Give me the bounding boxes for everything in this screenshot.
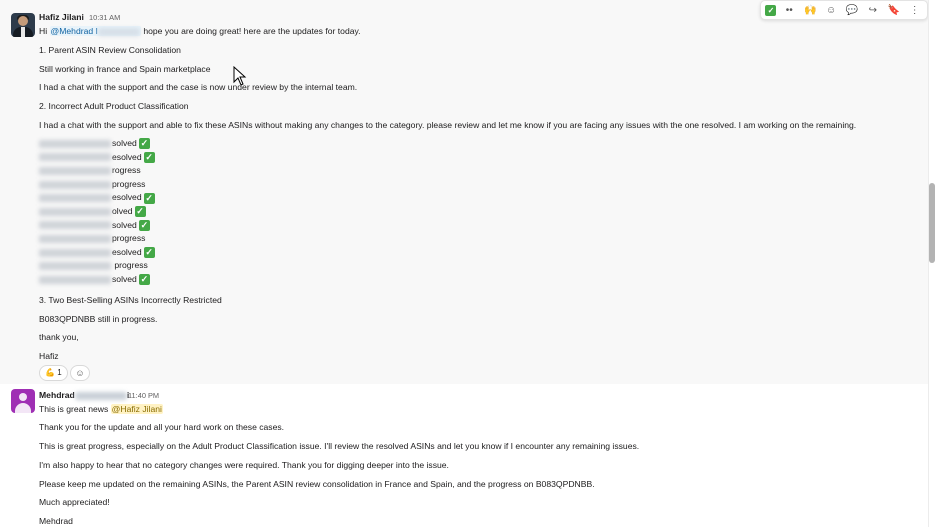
timestamp[interactable]: 11:40 PM — [128, 391, 159, 400]
check-mark-reaction-icon[interactable]: ✓ — [765, 4, 777, 16]
check-mark-icon: ✓ — [143, 247, 155, 259]
author-name[interactable]: Hafiz Jilani — [39, 12, 84, 22]
asin-status-row: solved ✓ — [39, 138, 150, 150]
signature: Hafiz — [39, 351, 59, 361]
scrollbar-track[interactable] — [928, 0, 938, 527]
asin-status-text: esolved — [112, 192, 142, 203]
add-emoji-icon: ☺ — [75, 368, 85, 378]
text-line: B083QPDNBB still in progress. — [39, 314, 158, 324]
asin-status-row: progress — [39, 260, 148, 270]
redacted-asin — [39, 275, 111, 284]
redacted-asin — [39, 166, 111, 175]
asin-status-row: solved ✓ — [39, 274, 150, 286]
redacted-asin — [39, 234, 111, 243]
avatar-mehdrad[interactable] — [11, 389, 35, 413]
more-actions-icon[interactable]: ⋮ — [907, 2, 923, 18]
reaction-count: 1 — [57, 368, 62, 377]
mention-mehdrad[interactable]: @Mehdrad I — [49, 26, 141, 36]
asin-status-row: esolved ✓ — [39, 192, 155, 204]
redacted-asin — [39, 180, 111, 189]
reply-in-thread-icon[interactable]: 💬 — [844, 2, 860, 18]
asin-status-text: esolved — [112, 246, 142, 257]
asin-status-text: progress — [112, 178, 146, 189]
heading-3: 3. Two Best-Selling ASINs Incorrectly Re… — [39, 295, 222, 305]
forward-icon[interactable]: ↪ — [865, 2, 881, 18]
asin-status-text: solved — [112, 219, 137, 230]
asin-status-text: progress — [112, 260, 148, 271]
text-line: I had a chat with the support and able t… — [39, 120, 857, 130]
asin-status-text: rogress — [112, 165, 141, 176]
text-line: thank you, — [39, 332, 79, 342]
text-line: I'm also happy to hear that no category … — [39, 460, 449, 470]
asin-status-row: rogress — [39, 165, 141, 175]
asin-status-row: progress — [39, 179, 145, 189]
text-line: Please keep me updated on the remaining … — [39, 479, 595, 489]
redacted-asin — [39, 207, 111, 216]
greeting-line: Hi @Mehdrad I hope you are doing great! … — [39, 26, 361, 36]
text-line: Still working in france and Spain market… — [39, 64, 211, 74]
message-actions-toolbar: ✓ •• 🙌 ☺ 💬 ↪ 🔖 ⋮ — [760, 0, 928, 20]
timestamp[interactable]: 10:31 AM — [89, 13, 120, 22]
asin-status-text: progress — [112, 233, 146, 244]
redacted-asin — [39, 139, 111, 148]
add-reaction-icon[interactable]: ☺ — [823, 2, 839, 18]
mention-hafiz[interactable]: @Hafiz Jilani — [110, 404, 163, 414]
asin-status-row: solved ✓ — [39, 220, 150, 231]
check-mark-icon: ✓ — [138, 138, 150, 150]
redacted-asin — [39, 262, 111, 271]
heading-1: 1. Parent ASIN Review Consolidation — [39, 45, 181, 55]
asin-status-text: solved — [112, 274, 137, 284]
asin-status-row: esolved ✓ — [39, 152, 155, 163]
asin-status-row: olved ✓ — [39, 206, 146, 218]
text-line: Much appreciated! — [39, 497, 110, 507]
check-mark-icon: ✓ — [143, 192, 155, 204]
scrollbar-thumb[interactable] — [929, 183, 935, 263]
asin-status-text: olved — [112, 206, 133, 216]
reaction-flexed-biceps[interactable]: 💪 1 — [39, 365, 68, 381]
mouse-cursor-icon — [233, 66, 247, 86]
check-mark-icon: ✓ — [138, 219, 150, 231]
redacted-asin — [39, 194, 111, 203]
raised-hands-reaction-icon[interactable]: 🙌 — [802, 2, 818, 18]
heading-2: 2. Incorrect Adult Product Classificatio… — [39, 101, 189, 111]
text-line: This is great progress, especially on th… — [39, 441, 640, 451]
asin-status-row: progress — [39, 233, 145, 243]
asin-status-row: esolved ✓ — [39, 246, 155, 259]
eyes-reaction-icon[interactable]: •• — [781, 2, 797, 18]
signature: Mehdrad — [39, 516, 73, 526]
text-line: Thank you for the update and all your ha… — [39, 422, 285, 432]
author-name[interactable]: Mehdrad i — [39, 390, 129, 400]
asin-status-text: solved — [112, 138, 137, 148]
bookmark-icon[interactable]: 🔖 — [886, 2, 902, 18]
redacted-asin — [39, 221, 111, 230]
add-reaction-button[interactable]: ☺ — [70, 365, 90, 381]
asin-status-text: esolved — [112, 151, 142, 162]
text-line: I had a chat with the support and the ca… — [39, 82, 358, 92]
check-mark-icon: ✓ — [134, 206, 146, 218]
text-line: This is great news @Hafiz Jilani — [39, 404, 163, 414]
redacted-asin — [39, 248, 111, 257]
avatar-hafiz[interactable] — [11, 13, 35, 37]
flexed-biceps-icon: 💪 — [45, 368, 55, 377]
check-mark-icon: ✓ — [143, 151, 155, 163]
check-mark-icon: ✓ — [138, 274, 150, 286]
redacted-asin — [39, 153, 111, 162]
